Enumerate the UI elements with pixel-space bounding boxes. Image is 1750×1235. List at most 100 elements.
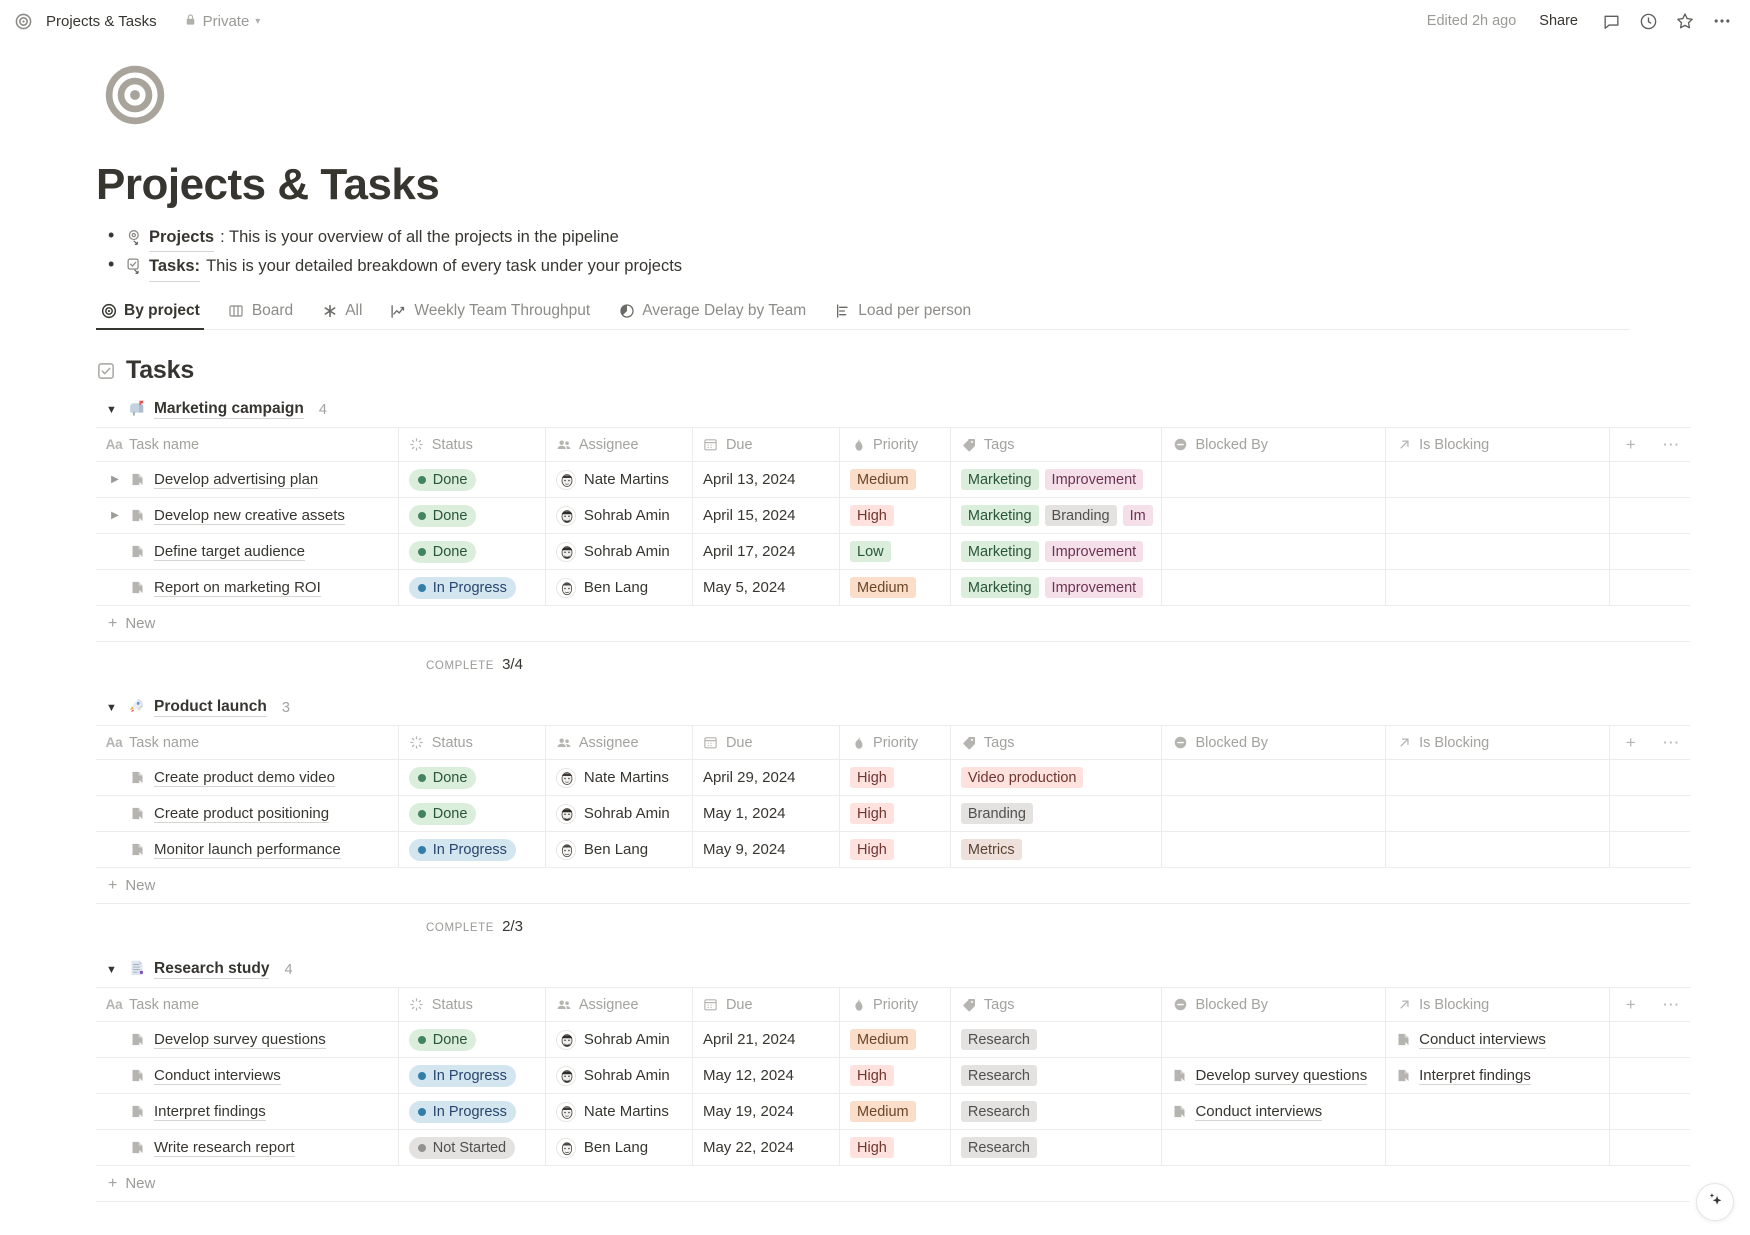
cell-assignee[interactable]: Ben Lang (545, 831, 693, 869)
status-badge[interactable]: Done (408, 504, 477, 527)
cell-priority[interactable]: High (839, 1057, 951, 1095)
cell-assignee[interactable]: Sohrab Amin (545, 795, 693, 833)
cell-due-date[interactable]: April 17, 2024 (692, 533, 841, 571)
table-options-button[interactable]: ⋯ (1649, 427, 1690, 463)
tag-badge[interactable]: Metrics (960, 839, 1022, 861)
tab-weekly-team-throughput[interactable]: Weekly Team Throughput (386, 296, 594, 329)
cell-status[interactable]: In Progress (398, 1057, 546, 1095)
column-header-assignee[interactable]: Assignee (545, 427, 693, 463)
task-name-link[interactable]: Define target audience (154, 543, 305, 561)
is-blocking-relation[interactable]: Conduct interviews (1396, 1031, 1601, 1049)
cell-tags[interactable]: Branding (950, 795, 1163, 833)
collapse-caret-icon[interactable]: ▼ (106, 404, 118, 416)
cell-blocked-by[interactable] (1161, 795, 1387, 833)
page-cover-icon[interactable] (96, 56, 174, 134)
table-row[interactable]: ▶ Develop survey questions Done Sohrab A… (96, 1021, 1690, 1059)
group-name[interactable]: Research study (154, 960, 270, 980)
cell-assignee[interactable]: Sohrab Amin (545, 497, 693, 535)
tag-badge[interactable]: Marketing (960, 541, 1039, 563)
tag-badge[interactable]: Video production (960, 767, 1084, 789)
cell-blocked-by[interactable] (1161, 759, 1387, 797)
cell-priority[interactable]: Medium (839, 461, 951, 499)
cell-is-blocking[interactable] (1385, 497, 1610, 535)
cell-priority[interactable]: Medium (839, 1021, 951, 1059)
more-icon[interactable] (1712, 11, 1732, 31)
cell-blocked-by[interactable] (1161, 497, 1387, 535)
table-row[interactable]: ▶ Monitor launch performance In Progress… (96, 831, 1690, 869)
cell-blocked-by[interactable]: Conduct interviews (1161, 1093, 1387, 1131)
cell-due-date[interactable]: April 13, 2024 (692, 461, 841, 499)
cell-due-date[interactable]: April 15, 2024 (692, 497, 841, 535)
task-name-link[interactable]: Monitor launch performance (154, 841, 341, 859)
group-name[interactable]: Product launch (154, 698, 267, 718)
column-header-tags[interactable]: Tags (950, 725, 1163, 761)
cell-assignee[interactable]: Ben Lang (545, 1129, 693, 1167)
task-name-link[interactable]: Report on marketing ROI (154, 579, 321, 597)
cell-is-blocking[interactable] (1385, 533, 1610, 571)
cell-status[interactable]: Done (398, 795, 546, 833)
cell-task-name[interactable]: ▶ Develop advertising plan (96, 461, 399, 499)
expand-row-caret-icon[interactable]: ▶ (108, 474, 122, 485)
table-row[interactable]: ▶ Interpret findings In Progress Nate Ma… (96, 1093, 1690, 1131)
cell-priority[interactable]: High (839, 497, 951, 535)
tag-badge[interactable]: Improvement (1044, 577, 1144, 599)
breadcrumb-title[interactable]: Projects & Tasks (41, 11, 162, 32)
task-name-link[interactable]: Create product positioning (154, 805, 330, 823)
column-header-task-name[interactable]: Aa Task name (96, 987, 399, 1023)
cell-task-name[interactable]: ▶ Develop survey questions (96, 1021, 399, 1059)
task-name-link[interactable]: Write research report (154, 1139, 295, 1157)
tag-badge[interactable]: Marketing (960, 577, 1039, 599)
task-name-link[interactable]: Conduct interviews (154, 1067, 281, 1085)
column-header-status[interactable]: Status (398, 427, 546, 463)
cell-is-blocking[interactable] (1385, 461, 1610, 499)
cell-task-name[interactable]: ▶ Interpret findings (96, 1093, 399, 1131)
projects-link[interactable]: Projects (149, 223, 215, 253)
table-row[interactable]: ▶ Develop advertising plan Done Nate Mar… (96, 461, 1690, 499)
cell-due-date[interactable]: April 21, 2024 (692, 1021, 841, 1059)
ai-assistant-button[interactable] (1696, 1183, 1734, 1221)
tab-average-delay-by-team[interactable]: Average Delay by Team (614, 296, 810, 329)
cell-assignee[interactable]: Sohrab Amin (545, 1021, 693, 1059)
group-name[interactable]: Marketing campaign (154, 400, 304, 420)
cell-task-name[interactable]: ▶ Conduct interviews (96, 1057, 399, 1095)
cell-assignee[interactable]: Nate Martins (545, 759, 693, 797)
tag-badge[interactable]: Marketing (960, 505, 1039, 527)
status-badge[interactable]: Done (408, 766, 477, 789)
cell-due-date[interactable]: May 19, 2024 (692, 1093, 841, 1131)
tasks-link[interactable]: Tasks: (149, 252, 201, 283)
cell-due-date[interactable]: May 12, 2024 (692, 1057, 841, 1095)
task-name-link[interactable]: Develop advertising plan (154, 471, 319, 489)
task-name-link[interactable]: Develop survey questions (154, 1031, 326, 1049)
cell-is-blocking[interactable] (1385, 795, 1610, 833)
status-badge[interactable]: In Progress (408, 576, 516, 599)
tab-load-per-person[interactable]: Load per person (830, 296, 975, 329)
cell-priority[interactable]: Low (839, 533, 951, 571)
tag-badge[interactable]: Im (1122, 505, 1153, 527)
collapse-caret-icon[interactable]: ▼ (106, 964, 118, 976)
column-header-due[interactable]: Due (692, 427, 841, 463)
table-row[interactable]: ▶ Conduct interviews In Progress Sohrab … (96, 1057, 1690, 1095)
cell-tags[interactable]: Video production (950, 759, 1163, 797)
column-header-tags[interactable]: Tags (950, 427, 1163, 463)
cell-tags[interactable]: Marketing Improvement (950, 533, 1163, 571)
cell-due-date[interactable]: April 29, 2024 (692, 759, 841, 797)
column-header-due[interactable]: Due (692, 987, 841, 1023)
cell-status[interactable]: Done (398, 759, 546, 797)
column-header-tags[interactable]: Tags (950, 987, 1163, 1023)
cell-status[interactable]: Not Started (398, 1129, 546, 1167)
cell-blocked-by[interactable] (1161, 569, 1387, 607)
cell-priority[interactable]: Medium (839, 569, 951, 607)
task-name-link[interactable]: Create product demo video (154, 769, 335, 787)
cell-task-name[interactable]: ▶ Monitor launch performance (96, 831, 399, 869)
cell-is-blocking[interactable] (1385, 831, 1610, 869)
table-row[interactable]: ▶ Define target audience Done Sohrab Ami… (96, 533, 1690, 571)
cell-status[interactable]: In Progress (398, 569, 546, 607)
cell-status[interactable]: Done (398, 497, 546, 535)
status-badge[interactable]: Done (408, 540, 477, 563)
cell-blocked-by[interactable] (1161, 461, 1387, 499)
table-row[interactable]: ▶ Create product demo video Done Nate Ma… (96, 759, 1690, 797)
new-row-button[interactable]: + New (96, 868, 1690, 905)
tab-by-project[interactable]: By project (96, 296, 204, 331)
cell-blocked-by[interactable] (1161, 1129, 1387, 1167)
cell-blocked-by[interactable] (1161, 831, 1387, 869)
